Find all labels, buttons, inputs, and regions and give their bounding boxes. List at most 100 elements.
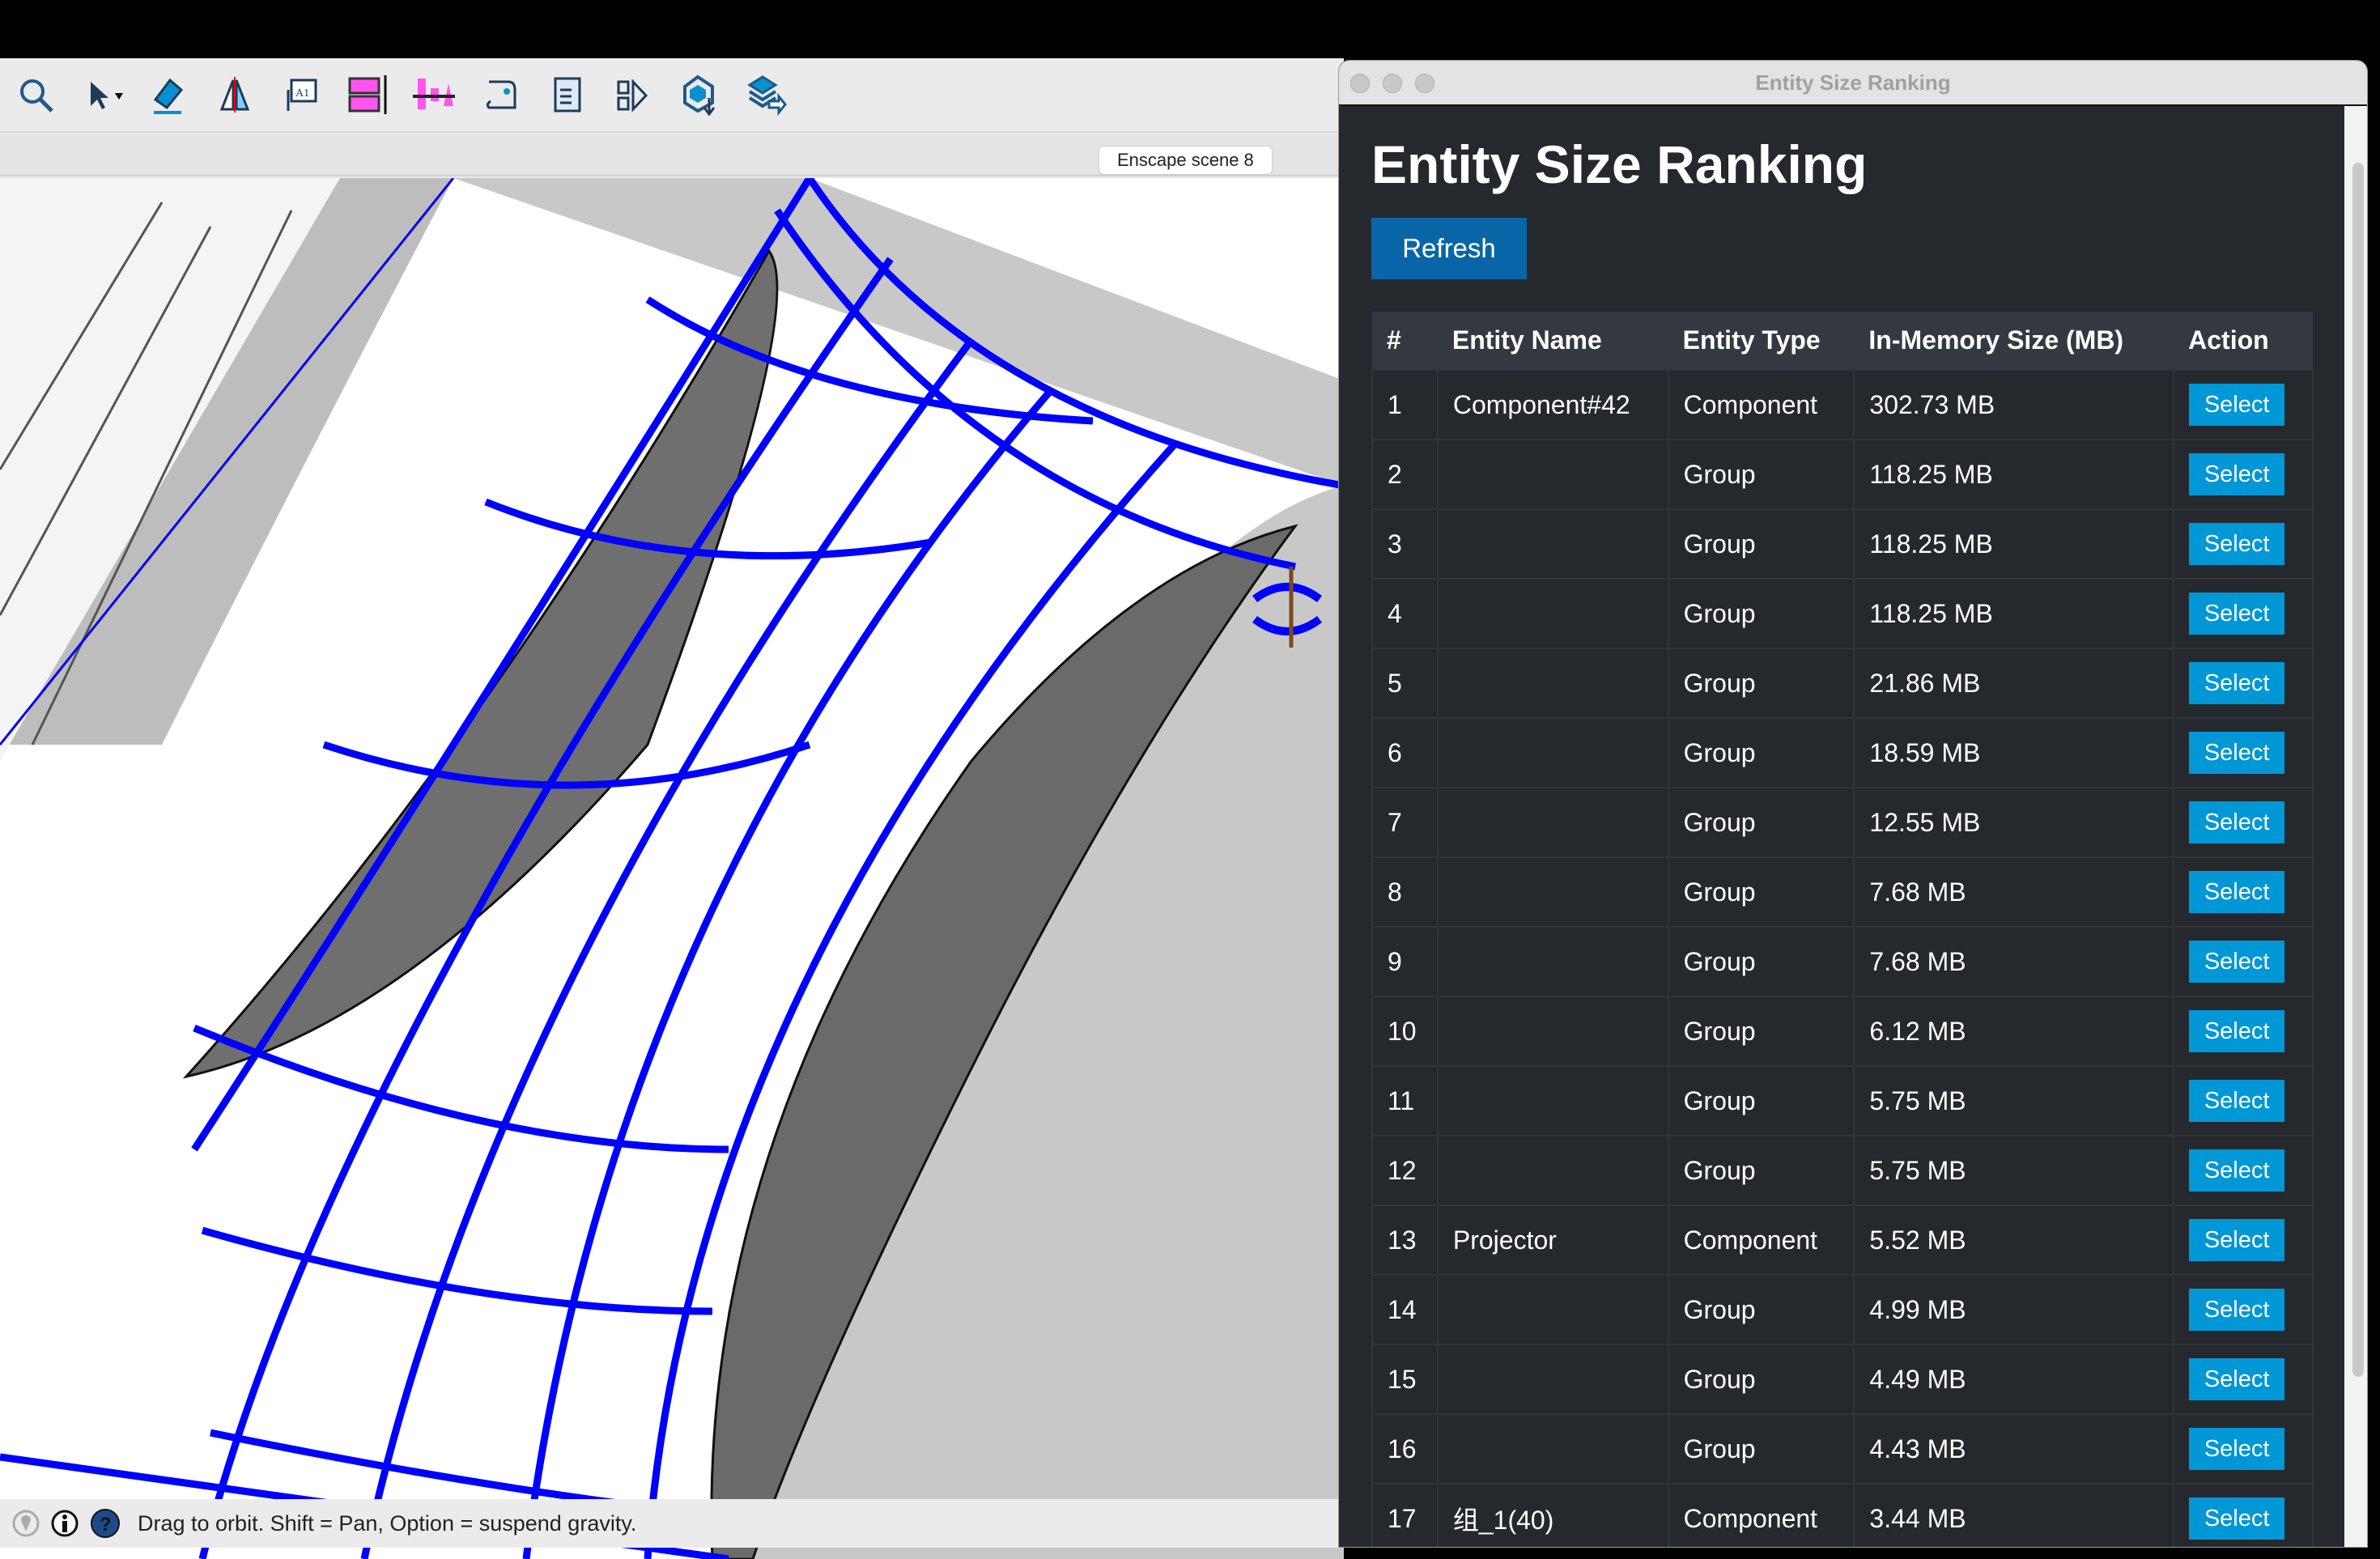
- select-button[interactable]: Select: [2189, 662, 2285, 704]
- rank-cell: 17: [1371, 1483, 1439, 1547]
- select-button[interactable]: Select: [2189, 593, 2285, 635]
- rank-cell: 16: [1371, 1413, 1439, 1485]
- geo-location-icon[interactable]: [11, 1507, 40, 1540]
- select-button[interactable]: Select: [2189, 732, 2285, 774]
- action-cell: Select: [2173, 926, 2314, 997]
- select-button[interactable]: Select: [2189, 1149, 2285, 1192]
- table-row: 3 Group 118.25 MB Select: [1371, 508, 2314, 580]
- action-cell: Select: [2173, 1135, 2314, 1206]
- column-header-rank: #: [1372, 312, 1438, 370]
- select-button[interactable]: Select: [2189, 1289, 2285, 1331]
- zoom-icon[interactable]: [15, 74, 57, 116]
- entity-name-cell: [1436, 508, 1669, 580]
- toolbar: A1: [0, 58, 1344, 133]
- select-button[interactable]: Select: [2189, 1428, 2285, 1470]
- entity-name-cell: [1436, 1065, 1669, 1136]
- size-cell: 118.25 MB: [1853, 439, 2175, 510]
- eraser-icon[interactable]: [147, 74, 189, 116]
- scene-tabs-bar: Enscape scene 8: [0, 134, 1344, 176]
- refresh-button[interactable]: Refresh: [1371, 218, 1527, 279]
- select-arrow-icon[interactable]: [81, 74, 123, 116]
- action-cell: Select: [2173, 1344, 2314, 1415]
- page-title: Entity Size Ranking: [1371, 134, 1868, 194]
- select-button[interactable]: Select: [2189, 453, 2285, 495]
- path-icon[interactable]: [479, 74, 521, 116]
- window-titlebar[interactable]: Entity Size Ranking: [1339, 61, 2367, 106]
- entity-type-cell: Group: [1667, 648, 1855, 719]
- size-cell: 12.55 MB: [1853, 787, 2175, 858]
- entity-name-cell: [1436, 787, 1669, 858]
- rank-cell: 1: [1371, 369, 1439, 440]
- size-cell: 3.44 MB: [1853, 1483, 2175, 1547]
- select-button[interactable]: Select: [2189, 1358, 2285, 1400]
- table-header-row: # Entity Name Entity Type In-Memory Size…: [1372, 312, 2313, 370]
- select-button[interactable]: Select: [2189, 801, 2285, 843]
- entity-type-cell: Group: [1667, 996, 1855, 1067]
- import-component-icon[interactable]: [678, 74, 720, 116]
- scrollbar-track[interactable]: [2344, 106, 2367, 1547]
- entity-type-cell: Component: [1667, 369, 1855, 440]
- entity-type-cell: Group: [1667, 1274, 1855, 1345]
- select-button[interactable]: Select: [2189, 1080, 2285, 1122]
- size-cell: 7.68 MB: [1853, 856, 2175, 928]
- entity-name-cell: 组_1(40): [1436, 1483, 1669, 1547]
- model-canvas[interactable]: [0, 178, 1344, 1559]
- table-row: 1 Component#42 Component 302.73 MB Select: [1371, 369, 2314, 440]
- size-cell: 21.86 MB: [1853, 648, 2175, 719]
- rank-cell: 7: [1371, 787, 1439, 858]
- size-cell: 7.68 MB: [1853, 926, 2175, 997]
- flip-icon[interactable]: [612, 74, 654, 116]
- size-cell: 118.25 MB: [1853, 578, 2175, 649]
- rank-cell: 6: [1371, 717, 1439, 788]
- help-icon[interactable]: ?: [89, 1507, 121, 1540]
- rank-cell: 13: [1371, 1204, 1439, 1276]
- scene-tab[interactable]: Enscape scene 8: [1099, 146, 1273, 175]
- size-cell: 302.73 MB: [1853, 369, 2175, 440]
- action-cell: Select: [2173, 787, 2314, 858]
- ranking-table: # Entity Name Entity Type In-Memory Size…: [1371, 312, 2314, 1547]
- text-label-icon[interactable]: A1: [280, 74, 322, 116]
- table-row: 4 Group 118.25 MB Select: [1371, 578, 2314, 649]
- 3d-viewport[interactable]: [0, 178, 1344, 1559]
- mirror-icon[interactable]: [214, 74, 256, 116]
- action-cell: Select: [2173, 648, 2314, 719]
- size-cell: 4.49 MB: [1853, 1344, 2175, 1415]
- select-button[interactable]: Select: [2189, 1497, 2285, 1540]
- column-header-action: Action: [2174, 312, 2313, 370]
- action-cell: Select: [2173, 1204, 2314, 1276]
- action-cell: Select: [2173, 1065, 2314, 1136]
- table-row: 14 Group 4.99 MB Select: [1371, 1274, 2314, 1345]
- table-row: 12 Group 5.75 MB Select: [1371, 1135, 2314, 1206]
- align-icon[interactable]: [413, 74, 455, 116]
- entity-name-cell: [1436, 856, 1669, 928]
- scrollbar-thumb[interactable]: [2352, 163, 2364, 1377]
- select-button[interactable]: Select: [2189, 941, 2285, 983]
- select-button[interactable]: Select: [2189, 384, 2285, 426]
- entity-type-cell: Component: [1667, 1204, 1855, 1276]
- credits-info-icon[interactable]: [50, 1507, 79, 1540]
- select-button[interactable]: Select: [2189, 523, 2285, 565]
- entity-type-cell: Group: [1667, 578, 1855, 649]
- list-icon[interactable]: [546, 74, 588, 116]
- table-row: 6 Group 18.59 MB Select: [1371, 717, 2314, 788]
- rank-cell: 14: [1371, 1274, 1439, 1345]
- sketchup-window: A1 Enscape scene 8 ? Drag to orbit. Shif…: [0, 58, 1344, 1559]
- action-cell: Select: [2173, 508, 2314, 580]
- rank-cell: 9: [1371, 926, 1439, 997]
- table-row: 15 Group 4.49 MB Select: [1371, 1344, 2314, 1415]
- entity-type-cell: Group: [1667, 1413, 1855, 1485]
- select-button[interactable]: Select: [2189, 1010, 2285, 1052]
- menu-bar: [0, 0, 2380, 58]
- table-row: 17 组_1(40) Component 3.44 MB Select: [1371, 1483, 2314, 1547]
- action-cell: Select: [2173, 1483, 2314, 1547]
- action-cell: Select: [2173, 1274, 2314, 1345]
- rank-cell: 10: [1371, 996, 1439, 1067]
- layers-export-icon[interactable]: [745, 74, 787, 116]
- entity-name-cell: [1436, 717, 1669, 788]
- status-message: Drag to orbit. Shift = Pan, Option = sus…: [138, 1510, 637, 1536]
- select-button[interactable]: Select: [2189, 871, 2285, 913]
- stack-icon[interactable]: [346, 74, 389, 116]
- rank-cell: 5: [1371, 648, 1439, 719]
- rank-cell: 11: [1371, 1065, 1439, 1136]
- select-button[interactable]: Select: [2189, 1219, 2285, 1261]
